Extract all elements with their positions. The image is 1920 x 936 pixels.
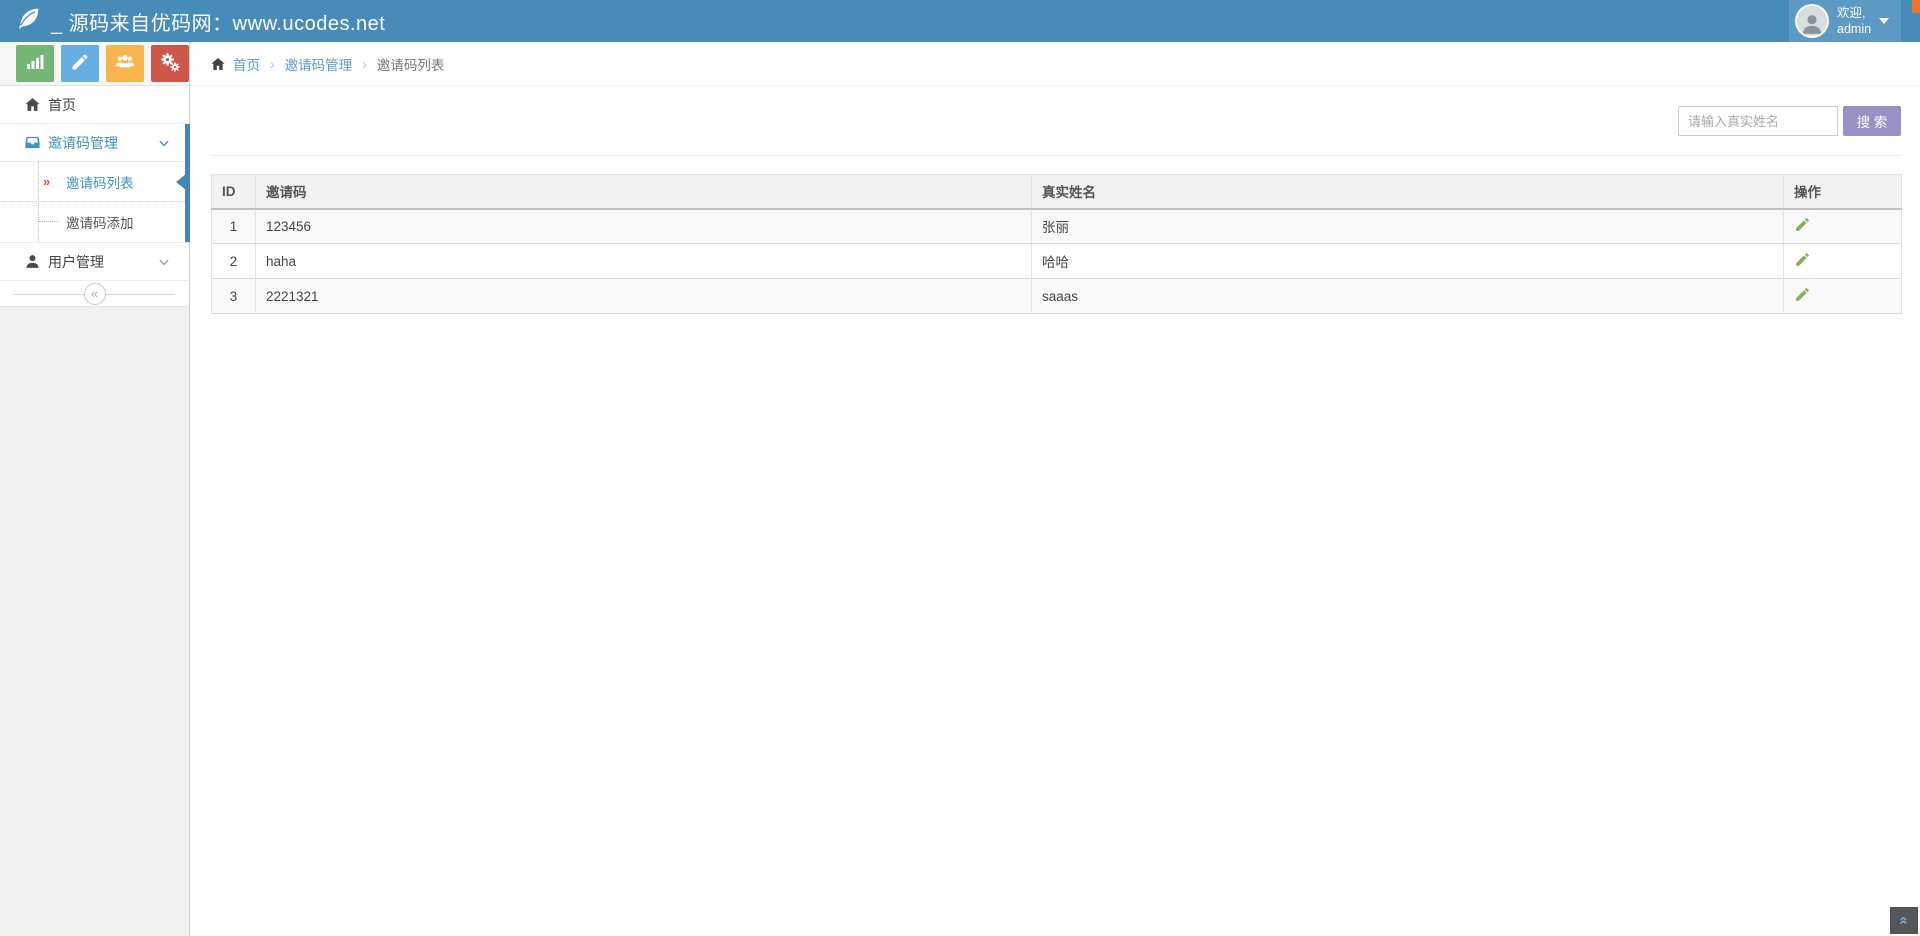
breadcrumb: 首页 › 邀请码管理 › 邀请码列表 [190, 42, 1920, 86]
chevron-down-icon [157, 255, 171, 269]
angle-double-up-icon: « [1895, 916, 1913, 925]
sidebar-item-invite-add[interactable]: 邀请码添加 [0, 202, 189, 242]
sidebar-collapse-row: « [0, 281, 189, 307]
table-row: 3 2221321 saaas [211, 278, 1902, 314]
column-header-action: 操作 [1783, 174, 1902, 210]
sidebar: 首页 邀请码管理 » 邀请码列表 邀请码添加 用户管理 « [0, 86, 190, 936]
column-header-name: 真实姓名 [1031, 174, 1784, 210]
table-row: 2 haha 哈哈 [211, 243, 1902, 279]
inbox-icon [24, 134, 41, 151]
cell-code: haha [255, 243, 1032, 279]
sidebar-collapse-button[interactable]: « [83, 283, 106, 305]
table-row: 1 123456 张丽 [211, 208, 1902, 244]
users-icon [115, 52, 135, 75]
breadcrumb-current: 邀请码列表 [376, 57, 445, 73]
leaf-icon [16, 6, 41, 36]
cell-name: saaas [1031, 278, 1784, 314]
tree-line [39, 221, 59, 222]
user-avatar [1795, 4, 1829, 38]
column-header-id: ID [211, 174, 256, 210]
table-header-row: ID 邀请码 真实姓名 操作 [211, 174, 1902, 210]
caret-down-icon [1879, 18, 1890, 29]
sidebar-item-label: 用户管理 [48, 253, 104, 270]
sidebar-item-home[interactable]: 首页 [0, 86, 189, 124]
invite-code-table: ID 邀请码 真实姓名 操作 1 123456 张丽 2 haha 哈哈 3 2… [211, 174, 1902, 314]
settings-button[interactable] [151, 45, 189, 82]
main-content: 搜 索 ID 邀请码 真实姓名 操作 1 123456 张丽 2 haha [191, 86, 1920, 936]
sidebar-item-label: 邀请码管理 [48, 134, 118, 151]
user-menu-toggle[interactable]: 欢迎, admin [1789, 0, 1901, 42]
active-menu-arrow [168, 174, 186, 190]
back-to-top-button[interactable]: « [1890, 907, 1918, 934]
pencil-icon [70, 52, 90, 75]
sidebar-item-invite-manage[interactable]: 邀请码管理 [0, 124, 189, 162]
username: admin [1837, 22, 1872, 36]
search-button[interactable]: 搜 索 [1843, 106, 1901, 136]
chevron-down-icon [157, 136, 171, 150]
breadcrumb-link-invite-manage[interactable]: 邀请码管理 [285, 54, 353, 74]
cell-id: 1 [211, 208, 256, 244]
cell-name: 张丽 [1031, 208, 1784, 244]
sidebar-item-user-manage[interactable]: 用户管理 [0, 243, 189, 281]
cell-id: 3 [211, 278, 256, 314]
search-input[interactable] [1678, 106, 1838, 136]
brand-logo[interactable]: _ 源码来自优码网：www.ucodes.net [16, 0, 385, 42]
edit-pencil-icon[interactable] [1794, 251, 1811, 268]
edit-pencil-icon[interactable] [1794, 286, 1811, 303]
top-header: _ 源码来自优码网：www.ucodes.net 欢迎, admin [0, 0, 1920, 42]
breadcrumb-link-home[interactable]: 首页 [233, 54, 260, 74]
column-header-code: 邀请码 [255, 174, 1032, 210]
sidebar-item-label: 邀请码添加 [66, 216, 134, 231]
edit-pencil-icon[interactable] [1794, 216, 1811, 233]
corner-scroll-accent [1912, 0, 1920, 13]
site-title: _ 源码来自优码网：www.ucodes.net [51, 12, 386, 35]
divider [211, 155, 1901, 156]
cell-id: 2 [211, 243, 256, 279]
edit-button[interactable] [61, 45, 99, 82]
users-button[interactable] [106, 45, 144, 82]
welcome-label: 欢迎, [1837, 5, 1866, 20]
stats-button[interactable] [16, 45, 54, 82]
bar-chart-icon [25, 52, 45, 75]
breadcrumb-separator: › [362, 55, 367, 72]
sidebar-menu: 首页 邀请码管理 » 邀请码列表 邀请码添加 用户管理 « [0, 86, 190, 307]
home-icon [24, 96, 41, 113]
user-icon [24, 253, 41, 270]
sidebar-toolbar [0, 42, 190, 86]
angle-double-right-icon: » [43, 174, 51, 189]
cell-name: 哈哈 [1031, 243, 1784, 279]
breadcrumb-separator: › [270, 55, 275, 72]
sidebar-item-label: 首页 [48, 96, 76, 113]
cogs-icon [160, 52, 180, 75]
sidebar-item-invite-list[interactable]: » 邀请码列表 [0, 162, 189, 202]
home-icon [210, 56, 226, 72]
sidebar-item-label: 邀请码列表 [66, 175, 134, 191]
cell-code: 2221321 [255, 278, 1032, 314]
sidebar-submenu-invite: » 邀请码列表 邀请码添加 [0, 162, 189, 243]
cell-code: 123456 [255, 208, 1032, 244]
user-greeting: 欢迎, admin [1837, 5, 1871, 38]
